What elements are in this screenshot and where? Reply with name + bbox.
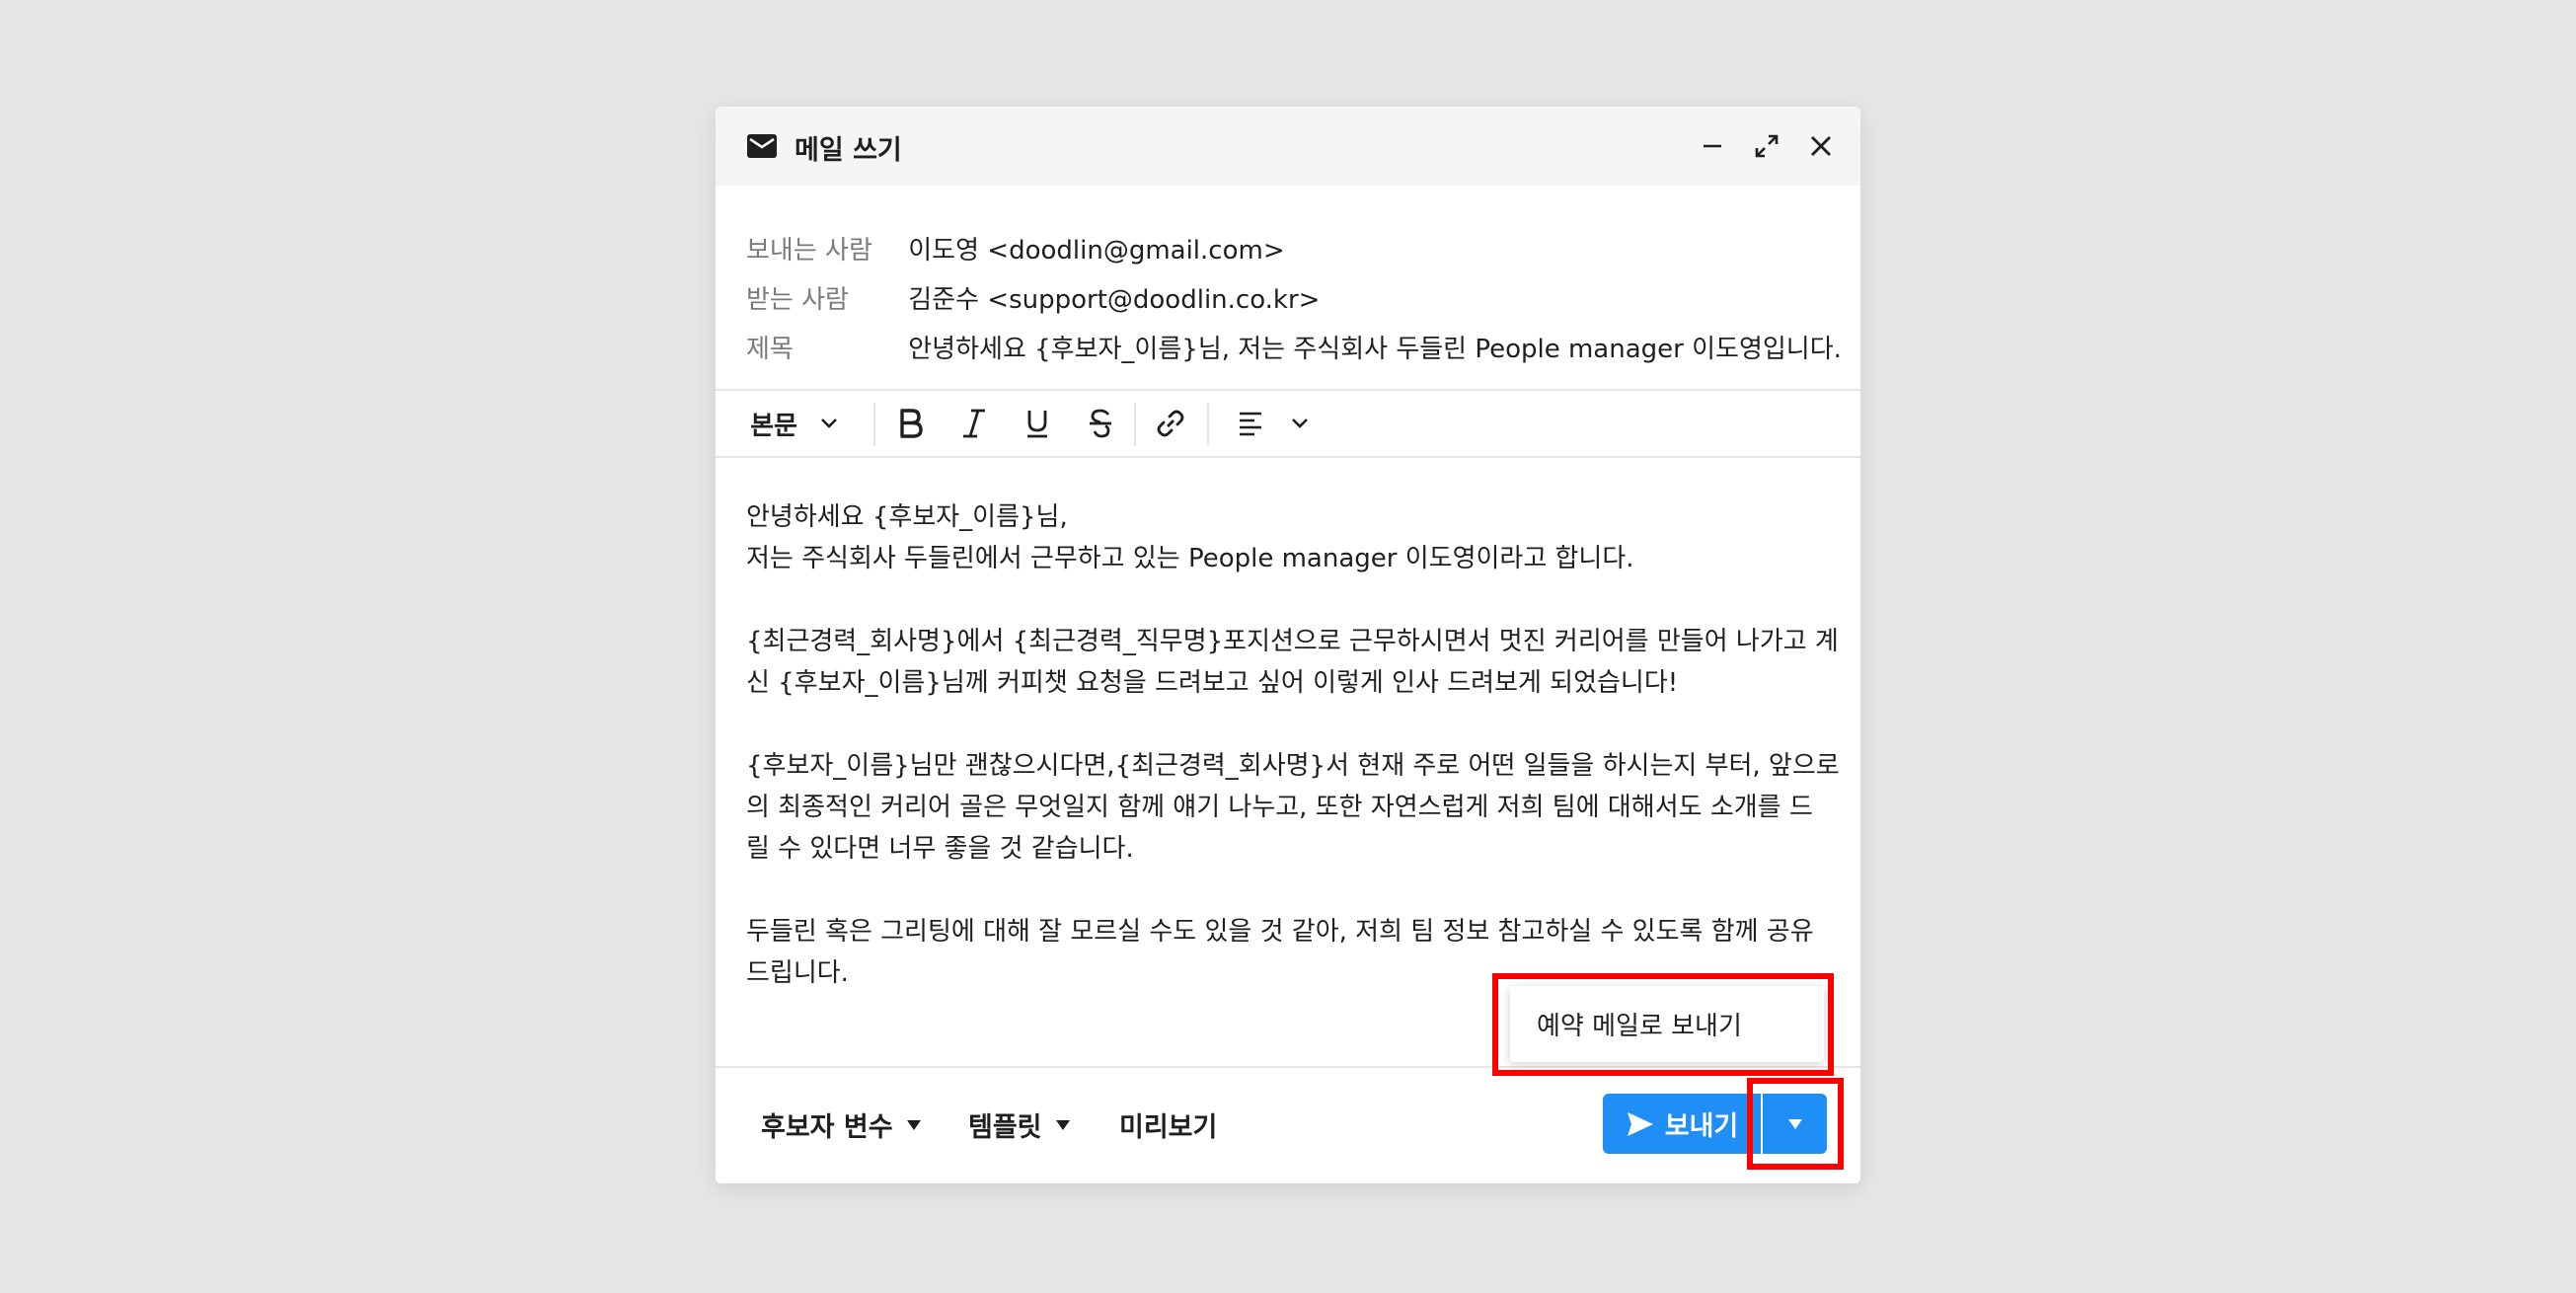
close-button[interactable]: [1801, 126, 1841, 166]
from-row: 보내는 사람 이도영 <doodlin@gmail.com>: [746, 230, 1285, 266]
toolbar-divider: [1134, 403, 1136, 446]
body-line: {최근경력_회사명}에서 {최근경력_직무명}포지션으로 근무하시면서 멋진 커…: [746, 627, 1839, 656]
caret-down-icon: [1055, 1119, 1070, 1130]
scheduled-send-label: 예약 메일로 보내기: [1537, 1012, 1742, 1041]
minimize-icon: [1704, 144, 1721, 148]
caret-down-icon: [906, 1119, 921, 1130]
body-blank-line: [746, 704, 1842, 745]
scheduled-send-menu-item[interactable]: 예약 메일로 보내기: [1510, 986, 1824, 1062]
align-dropdown[interactable]: [1219, 391, 1327, 456]
text-style-label: 본문: [750, 411, 797, 441]
align-left-icon: [1240, 412, 1261, 436]
format-toolbar: 본문: [716, 389, 1860, 458]
strikethrough-icon: [1090, 409, 1111, 438]
body-line: 릴 수 있다면 너무 좋을 것 같습니다.: [746, 834, 1134, 864]
link-icon: [1157, 410, 1184, 437]
body-blank-line: [746, 870, 1842, 911]
body-line: 저는 주식회사 두들린에서 근무하고 있는 People manager 이도영…: [746, 544, 1634, 573]
expand-icon: [1755, 134, 1779, 158]
window-title: 메일 쓰기: [795, 135, 902, 166]
candidate-variables-button[interactable]: 후보자 변수: [761, 1068, 921, 1181]
subject-label: 제목: [746, 335, 794, 364]
preview-label: 미리보기: [1119, 1112, 1218, 1143]
template-button[interactable]: 템플릿: [968, 1068, 1070, 1181]
italic-button[interactable]: [947, 391, 1002, 456]
italic-icon: [963, 409, 985, 438]
body-line: 두들린 혹은 그리팅에 대해 잘 모르실 수도 있을 것 같아, 저희 팀 정보…: [746, 917, 1814, 947]
bold-icon: [900, 409, 923, 438]
message-body[interactable]: 안녕하세요 {후보자_이름}님, 저는 주식회사 두들린에서 근무하고 있는 P…: [746, 496, 1842, 994]
minimize-button[interactable]: [1693, 126, 1732, 166]
header-fields: 보내는 사람 이도영 <doodlin@gmail.com> 받는 사람 김준수…: [716, 186, 1860, 398]
from-label: 보내는 사람: [746, 236, 872, 266]
subject-row: 제목 안녕하세요 {후보자_이름}님, 저는 주식회사 두들린 People m…: [746, 329, 1842, 365]
underline-button[interactable]: [1010, 391, 1065, 456]
text-style-dropdown[interactable]: 본문: [735, 391, 854, 456]
compose-window: 메일 쓰기 보내는 사람 이도영 <doodlin@gmail.com> 받는 …: [716, 107, 1860, 1183]
preview-button[interactable]: 미리보기: [1119, 1068, 1217, 1181]
send-options-button[interactable]: [1763, 1094, 1827, 1154]
candidate-variables-label: 후보자 변수: [761, 1112, 893, 1143]
chevron-down-icon: [1292, 418, 1308, 428]
chevron-down-icon: [821, 418, 837, 428]
title-bar: 메일 쓰기: [716, 107, 1860, 186]
strikethrough-button[interactable]: [1073, 391, 1128, 456]
underline-icon: [1027, 411, 1047, 438]
bold-button[interactable]: [883, 391, 939, 456]
from-value[interactable]: 이도영 <doodlin@gmail.com>: [908, 236, 1284, 266]
to-row: 받는 사람 김준수 <support@doodlin.co.kr>: [746, 279, 1320, 316]
to-value[interactable]: 김준수 <support@doodlin.co.kr>: [908, 285, 1320, 315]
send-button[interactable]: 보내기: [1603, 1094, 1761, 1154]
link-button[interactable]: [1142, 391, 1199, 456]
mail-icon: [747, 134, 777, 158]
expand-button[interactable]: [1747, 126, 1786, 166]
body-blank-line: [746, 579, 1842, 621]
body-line: {후보자_이름}님만 괜찮으시다면,{최근경력_회사명}서 현재 주로 어떤 일…: [746, 751, 1840, 781]
send-arrow-icon: [1627, 1111, 1653, 1136]
body-line: 안녕하세요 {후보자_이름}님,: [746, 502, 1068, 532]
toolbar-divider: [873, 403, 875, 446]
send-label: 보내기: [1664, 1111, 1739, 1142]
subject-value[interactable]: 안녕하세요 {후보자_이름}님, 저는 주식회사 두들린 People mana…: [908, 335, 1842, 364]
body-line: 신 {후보자_이름}님께 커피챗 요청을 드려보고 싶어 이렇게 인사 드려보게…: [746, 668, 1679, 698]
caret-down-icon: [1787, 1118, 1802, 1129]
template-label: 템플릿: [968, 1112, 1042, 1143]
send-button-group: 보내기: [1603, 1094, 1827, 1154]
toolbar-divider: [1207, 403, 1209, 446]
close-icon: [1811, 136, 1831, 156]
body-line: 의 최종적인 커리어 골은 무엇일지 함께 얘기 나누고, 또한 자연스럽게 저…: [746, 793, 1813, 822]
to-label: 받는 사람: [746, 285, 849, 315]
